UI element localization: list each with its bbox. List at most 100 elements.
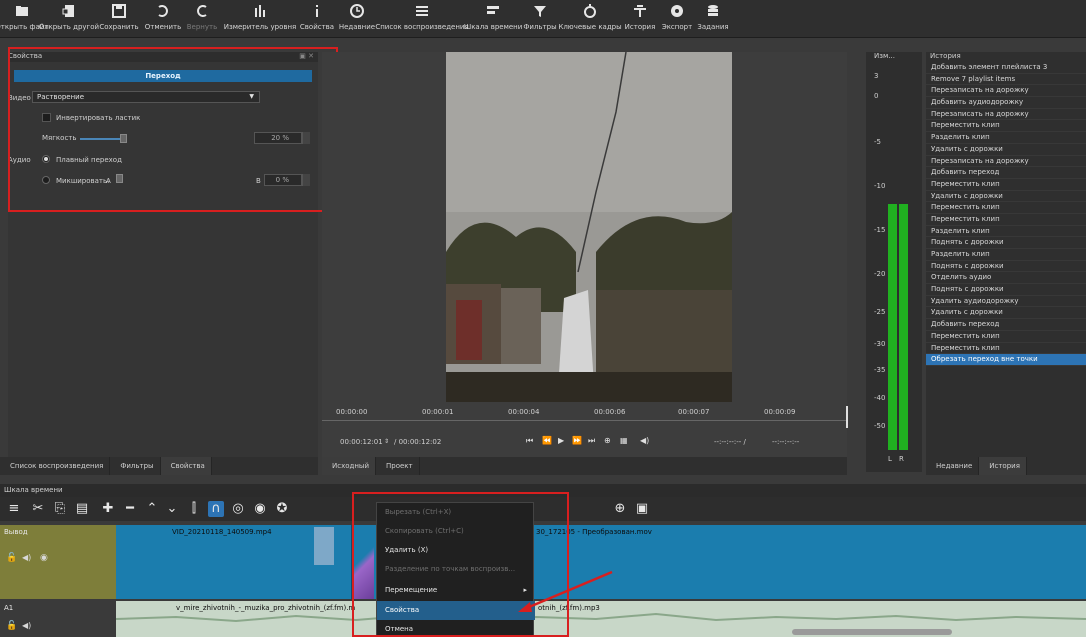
fast-forward-icon[interactable]: ⏩	[572, 436, 582, 445]
skip-to-start-icon[interactable]: ⏮	[526, 436, 533, 446]
open-other-button[interactable]: Открыть другой	[39, 0, 99, 37]
history-label: История	[624, 23, 656, 31]
cut-icon[interactable]: ✂	[30, 501, 46, 517]
scrub-icon[interactable]: ◎	[230, 501, 246, 517]
history-item[interactable]: Переместить клип	[926, 179, 1086, 191]
zoom-fit-icon[interactable]: ▣	[634, 501, 650, 517]
meter-scale-label: 3	[874, 72, 879, 80]
meter-scale-label: -35	[874, 366, 886, 374]
paste-icon[interactable]: ▤	[74, 501, 90, 517]
history-item[interactable]: Удалить с дорожки	[926, 307, 1086, 320]
history-button[interactable]: История	[620, 0, 660, 37]
lock-icon[interactable]: 🔓	[6, 621, 17, 631]
export-button[interactable]: Экспорт	[660, 0, 694, 37]
menu-icon[interactable]: ≡	[6, 501, 22, 517]
snap-icon[interactable]: ∩	[208, 501, 224, 517]
jobs-icon	[708, 5, 718, 16]
recent-button[interactable]: Недавние	[336, 0, 378, 37]
history-item[interactable]: Перезаписать на дорожку	[926, 109, 1086, 121]
left-panel-tabs: Список воспроизведения Фильтры Свойства	[0, 457, 318, 475]
ruler-tick: 00:00:09	[764, 408, 796, 416]
remove-icon[interactable]: ━	[122, 501, 138, 517]
copy-icon[interactable]: ⎘	[52, 501, 68, 517]
undo-button[interactable]: Отменить	[144, 0, 182, 37]
history-item[interactable]: Remove 7 playlist items	[926, 74, 1086, 86]
tab-filters[interactable]: Фильтры	[110, 457, 161, 475]
meter-scale-label: -10	[874, 182, 886, 190]
split-icon[interactable]: ⫿	[186, 501, 202, 517]
undo-label: Отменить	[144, 23, 182, 31]
history-item[interactable]: Добавить аудиодорожку	[926, 97, 1086, 109]
playlist-button[interactable]: Список воспроизведения	[375, 0, 469, 37]
history-item[interactable]: Поднять с дорожки	[926, 237, 1086, 249]
timeline-scrollbar[interactable]	[792, 629, 952, 635]
video-track[interactable]: VID_20210118_140509.mp4 30_172105 - Прео…	[116, 525, 1086, 599]
video-clip[interactable]: VID_20210118_140509.mp4	[116, 525, 352, 599]
history-item[interactable]: Удалить аудиодорожку	[926, 296, 1086, 308]
append-icon[interactable]: ✚	[100, 501, 116, 517]
skip-to-end-icon[interactable]: ⏭	[588, 436, 595, 446]
tab-recent[interactable]: Недавние	[926, 457, 980, 475]
history-item[interactable]: Поднять с дорожки	[926, 284, 1086, 296]
lock-icon[interactable]: 🔓	[6, 553, 17, 563]
play-icon[interactable]: ▶	[558, 436, 564, 445]
video-preview[interactable]	[446, 52, 732, 402]
properties-button[interactable]: Свойства	[298, 0, 336, 37]
redo-button[interactable]: Вернуть	[182, 0, 222, 37]
tab-source[interactable]: Исходный	[322, 457, 377, 475]
tab-history[interactable]: История	[979, 457, 1027, 475]
history-item[interactable]: Удалить с дорожки	[926, 144, 1086, 156]
rewind-icon[interactable]: ⏪	[542, 436, 552, 445]
meter-scale-label: -25	[874, 308, 886, 316]
eye-icon[interactable]: ◉	[40, 553, 48, 563]
history-item[interactable]: Переместить клип	[926, 214, 1086, 226]
jobs-button[interactable]: Задания	[694, 0, 732, 37]
history-item[interactable]: Разделить клип	[926, 132, 1086, 144]
overwrite-icon[interactable]: ⌄	[164, 501, 180, 517]
annotation-highlight-box	[8, 47, 338, 212]
history-item[interactable]: Разделить клип	[926, 249, 1086, 261]
tab-project[interactable]: Проект	[376, 457, 420, 475]
history-list[interactable]: Добавить элемент плейлиста 3 Remove 7 pla…	[926, 62, 1086, 366]
tab-properties[interactable]: Свойства	[160, 457, 212, 475]
history-item[interactable]: Перезаписать на дорожку	[926, 156, 1086, 168]
zoom-in-icon[interactable]: ⊕	[612, 501, 628, 517]
level-meter-button[interactable]: Измеритель уровня	[222, 0, 298, 37]
history-item[interactable]: Разделить клип	[926, 226, 1086, 238]
ripple-icon[interactable]: ◉	[252, 501, 268, 517]
timeline-button[interactable]: Шкала времени	[464, 0, 522, 37]
history-item[interactable]: Перезаписать на дорожку	[926, 85, 1086, 98]
history-item[interactable]: Переместить клип	[926, 343, 1086, 355]
filters-button[interactable]: Фильтры	[520, 0, 560, 37]
tab-playlist[interactable]: Список воспроизведения	[0, 457, 111, 475]
ruler-tick: 00:00:04	[508, 408, 540, 416]
history-item[interactable]: Удалить с дорожки	[926, 191, 1086, 203]
timecode-spin-icon[interactable]: ⇕	[384, 438, 389, 445]
timeline-icon	[487, 6, 499, 14]
history-item[interactable]: Переместить клип	[926, 331, 1086, 343]
playhead-marker[interactable]	[846, 406, 848, 428]
history-item[interactable]: Добавить переход	[926, 167, 1086, 179]
audio-track[interactable]: v_mire_zhivotnih_-_muzika_pro_zhivotnih_…	[116, 601, 1086, 637]
keyframes-button[interactable]: Ключевые кадры	[558, 0, 622, 37]
history-item[interactable]: Переместить клип	[926, 120, 1086, 133]
mute-icon[interactable]: ◀)	[22, 621, 31, 630]
ruler-line	[322, 420, 847, 421]
current-timecode[interactable]: 00:00:12:01	[340, 438, 383, 446]
history-item[interactable]: Обрезать переход вне точки	[926, 354, 1086, 366]
history-item[interactable]: Отделить аудио	[926, 272, 1086, 285]
history-item[interactable]: Поднять с дорожки	[926, 261, 1086, 273]
open-other-label: Открыть другой	[38, 23, 100, 31]
history-item[interactable]: Добавить элемент плейлиста 3	[926, 62, 1086, 74]
player-ruler[interactable]: 00:00:00 00:00:01 00:00:04 00:00:06 00:0…	[322, 406, 848, 428]
history-item[interactable]: Переместить клип	[926, 202, 1086, 214]
grid-icon[interactable]: ▦	[620, 436, 628, 445]
lift-icon[interactable]: ⌃	[144, 501, 160, 517]
history-item[interactable]: Добавить переход	[926, 319, 1086, 331]
mute-icon[interactable]: ◀)	[22, 553, 31, 562]
open-file-button[interactable]: Открыть файл	[0, 0, 49, 37]
volume-icon[interactable]: ◀)	[640, 436, 649, 445]
save-button[interactable]: Сохранить	[94, 0, 144, 37]
zoom-icon[interactable]: ⊕	[604, 436, 611, 445]
ripple-all-icon[interactable]: ✪	[274, 501, 290, 517]
